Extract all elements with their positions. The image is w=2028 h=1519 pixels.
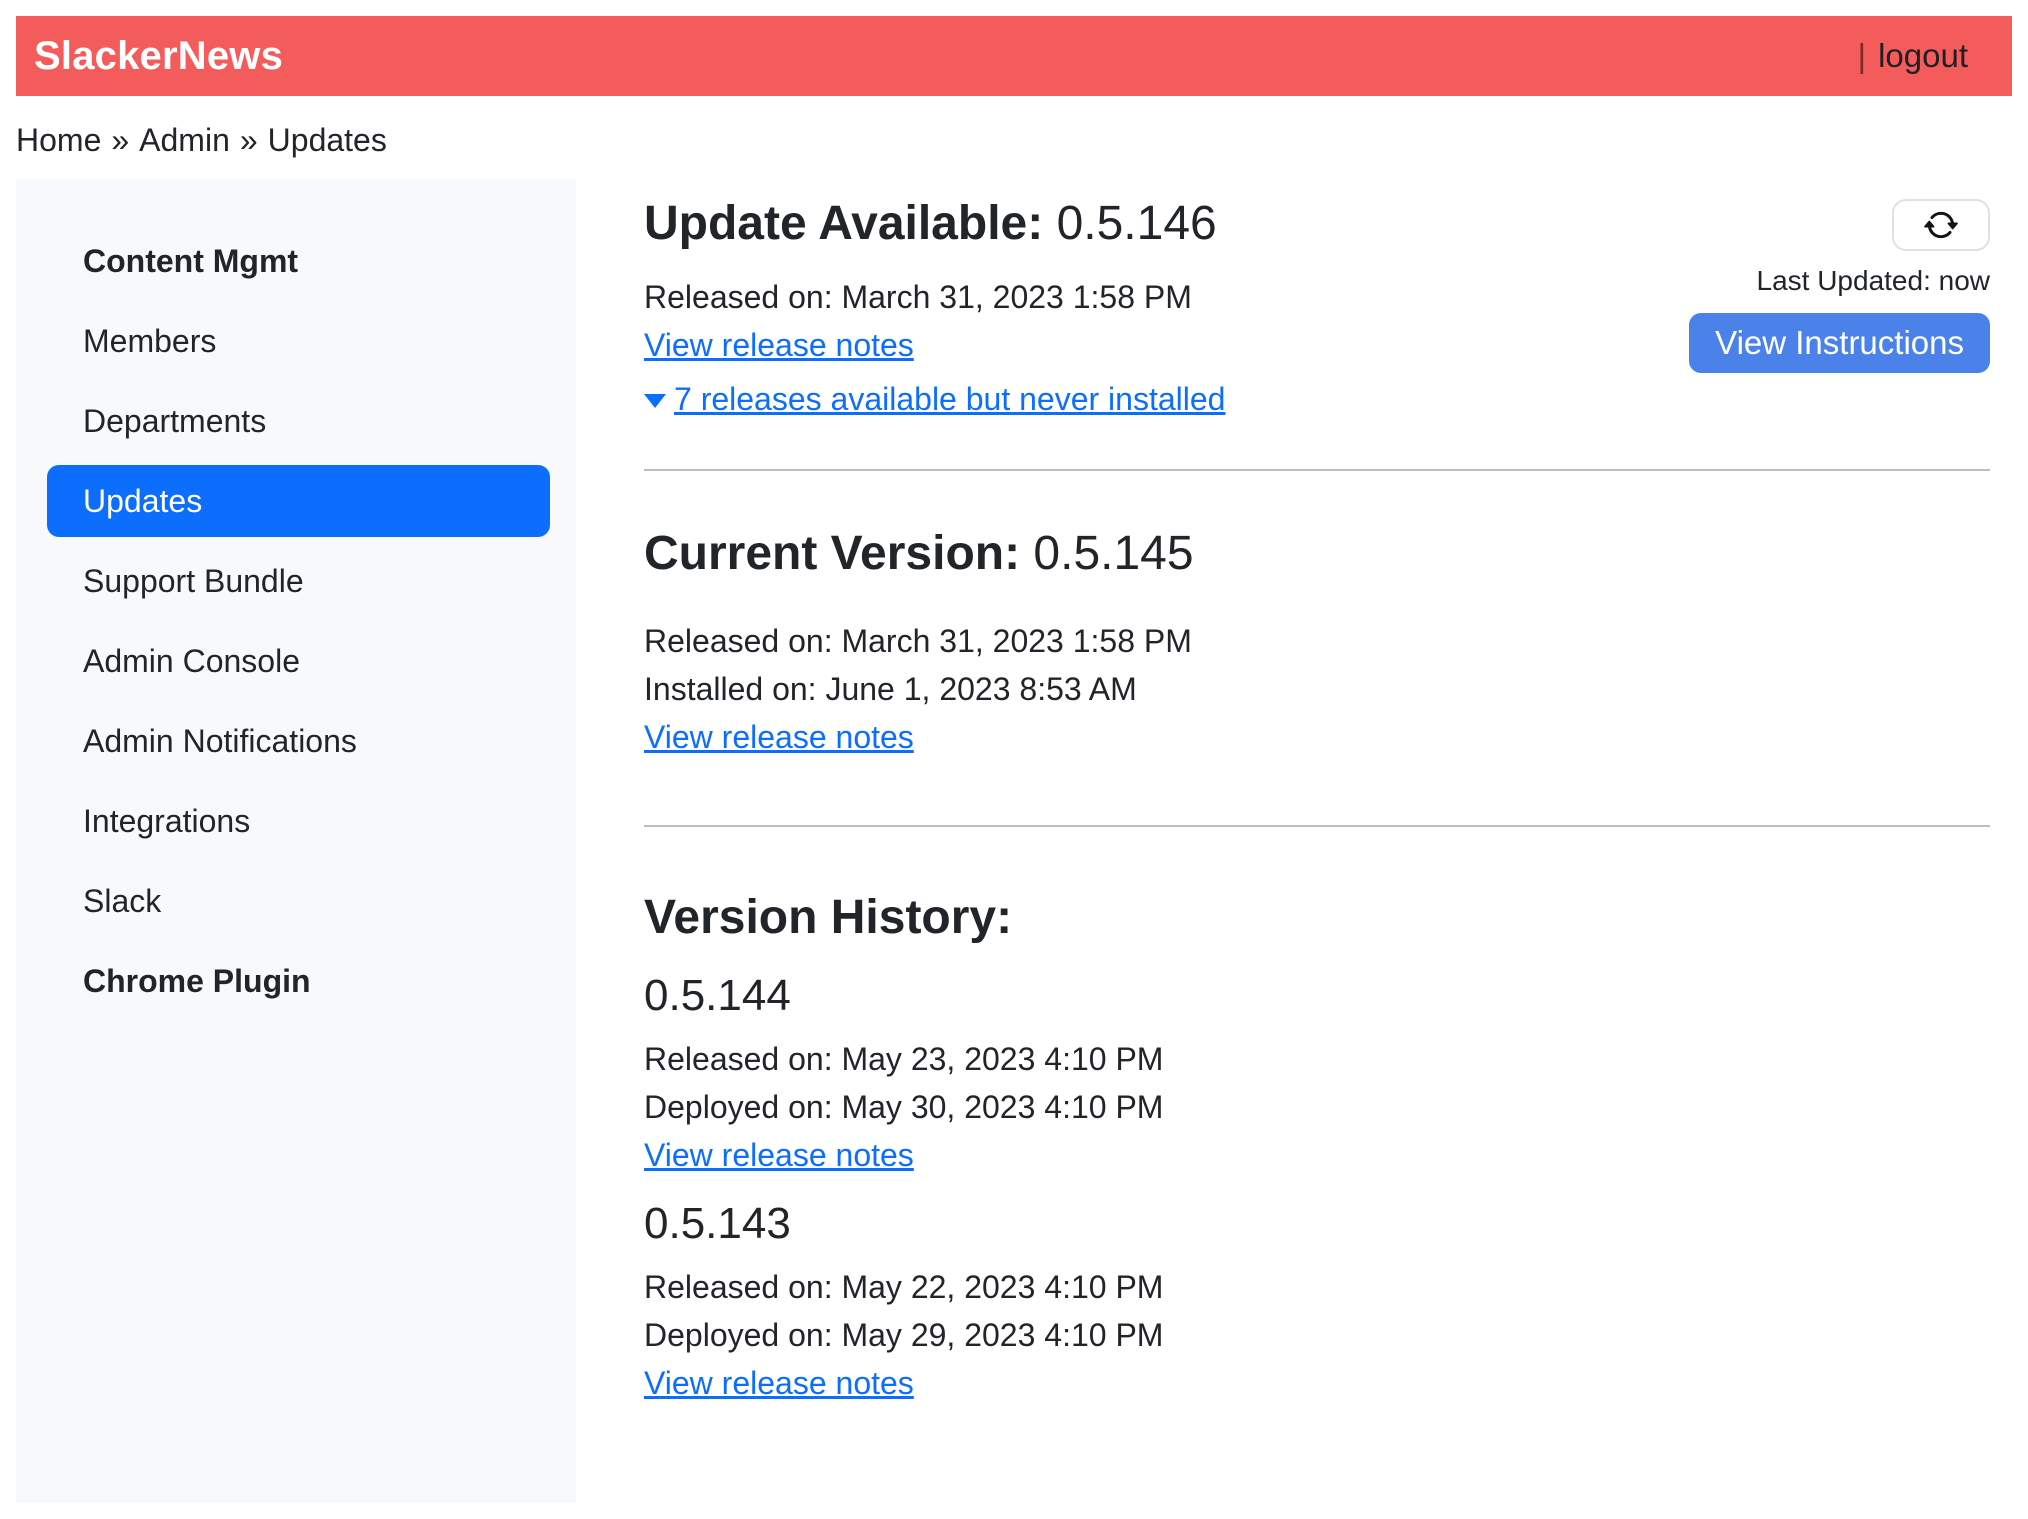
app-header: SlackerNews | logout: [16, 16, 2012, 96]
caret-down-icon: [644, 394, 666, 408]
sidebar-item-label: Slack: [83, 883, 161, 920]
refresh-icon: [1924, 208, 1958, 242]
sidebar-item-label: Chrome Plugin: [83, 963, 311, 1000]
sidebar-item-chrome-plugin[interactable]: Chrome Plugin: [16, 945, 576, 1017]
history-deployed-on: Deployed on: May 29, 2023 4:10 PM: [644, 1311, 1990, 1359]
history-version-number: 0.5.144: [644, 967, 1990, 1025]
history-released-on: Released on: May 23, 2023 4:10 PM: [644, 1035, 1990, 1083]
current-version-title: Current Version: 0.5.145: [644, 525, 1990, 583]
app-title: SlackerNews: [34, 34, 283, 79]
current-release-notes-link[interactable]: View release notes: [644, 713, 914, 761]
history-release-notes-link[interactable]: View release notes: [644, 1359, 914, 1407]
sidebar-item-integrations[interactable]: Integrations: [16, 785, 576, 857]
update-controls: Last Updated: now View Instructions: [1689, 195, 1990, 373]
version-history-entry: 0.5.144 Released on: May 23, 2023 4:10 P…: [644, 967, 1990, 1181]
update-available-version: 0.5.146: [1057, 197, 1217, 250]
refresh-button[interactable]: [1892, 199, 1990, 251]
sidebar-item-content-mgmt[interactable]: Content Mgmt: [16, 225, 576, 297]
current-version-section: Current Version: 0.5.145 Released on: Ma…: [644, 525, 1990, 761]
logout-separator: |: [1858, 37, 1867, 74]
sidebar-item-label: Members: [83, 323, 216, 360]
sidebar-item-slack[interactable]: Slack: [16, 865, 576, 937]
main-content: Update Available: 0.5.146 Released on: M…: [576, 179, 2012, 1409]
logout-link[interactable]: | logout: [1858, 37, 1969, 75]
sidebar-item-members[interactable]: Members: [16, 305, 576, 377]
history-deployed-on: Deployed on: May 30, 2023 4:10 PM: [644, 1083, 1990, 1131]
update-available-section: Update Available: 0.5.146 Released on: M…: [644, 195, 1225, 423]
sidebar-item-updates[interactable]: Updates: [47, 465, 550, 537]
update-available-title: Update Available: 0.5.146: [644, 195, 1225, 253]
current-version-number: 0.5.145: [1033, 527, 1193, 580]
update-release-notes-link[interactable]: View release notes: [644, 321, 914, 369]
sidebar-item-label: Admin Console: [83, 643, 300, 680]
sidebar-item-admin-console[interactable]: Admin Console: [16, 625, 576, 697]
sidebar-item-label: Admin Notifications: [83, 723, 357, 760]
sidebar-item-label: Updates: [83, 483, 202, 520]
version-history-section: Version History: 0.5.144 Released on: Ma…: [644, 889, 1990, 1409]
breadcrumb-updates: Updates: [268, 122, 387, 158]
history-release-notes-link[interactable]: View release notes: [644, 1131, 914, 1179]
admin-sidebar: Content Mgmt Members Departments Updates…: [16, 179, 576, 1503]
section-divider: [644, 469, 1990, 471]
version-history-title: Version History:: [644, 889, 1990, 947]
current-released-on: Released on: March 31, 2023 1:58 PM: [644, 617, 1990, 665]
sidebar-item-label: Content Mgmt: [83, 243, 298, 280]
sidebar-item-departments[interactable]: Departments: [16, 385, 576, 457]
breadcrumb-admin[interactable]: Admin: [139, 122, 230, 158]
section-divider: [644, 825, 1990, 827]
version-history-entry: 0.5.143 Released on: May 22, 2023 4:10 P…: [644, 1195, 1990, 1409]
breadcrumb-separator: »: [240, 122, 258, 158]
sidebar-item-label: Support Bundle: [83, 563, 304, 600]
sidebar-item-support-bundle[interactable]: Support Bundle: [16, 545, 576, 617]
breadcrumb: Home » Admin » Updates: [16, 122, 2012, 159]
last-updated-text: Last Updated: now: [1757, 265, 1991, 297]
current-installed-on: Installed on: June 1, 2023 8:53 AM: [644, 665, 1990, 713]
breadcrumb-separator: »: [111, 122, 129, 158]
sidebar-item-label: Departments: [83, 403, 266, 440]
update-available-label: Update Available:: [644, 197, 1043, 250]
sidebar-item-admin-notifications[interactable]: Admin Notifications: [16, 705, 576, 777]
history-released-on: Released on: May 22, 2023 4:10 PM: [644, 1263, 1990, 1311]
releases-toggle-link[interactable]: 7 releases available but never installed: [674, 375, 1225, 423]
view-instructions-button[interactable]: View Instructions: [1689, 313, 1990, 373]
breadcrumb-home[interactable]: Home: [16, 122, 101, 158]
logout-label: logout: [1878, 37, 1968, 74]
history-version-number: 0.5.143: [644, 1195, 1990, 1253]
current-version-label: Current Version:: [644, 527, 1020, 580]
sidebar-item-label: Integrations: [83, 803, 250, 840]
update-released-on: Released on: March 31, 2023 1:58 PM: [644, 273, 1225, 321]
